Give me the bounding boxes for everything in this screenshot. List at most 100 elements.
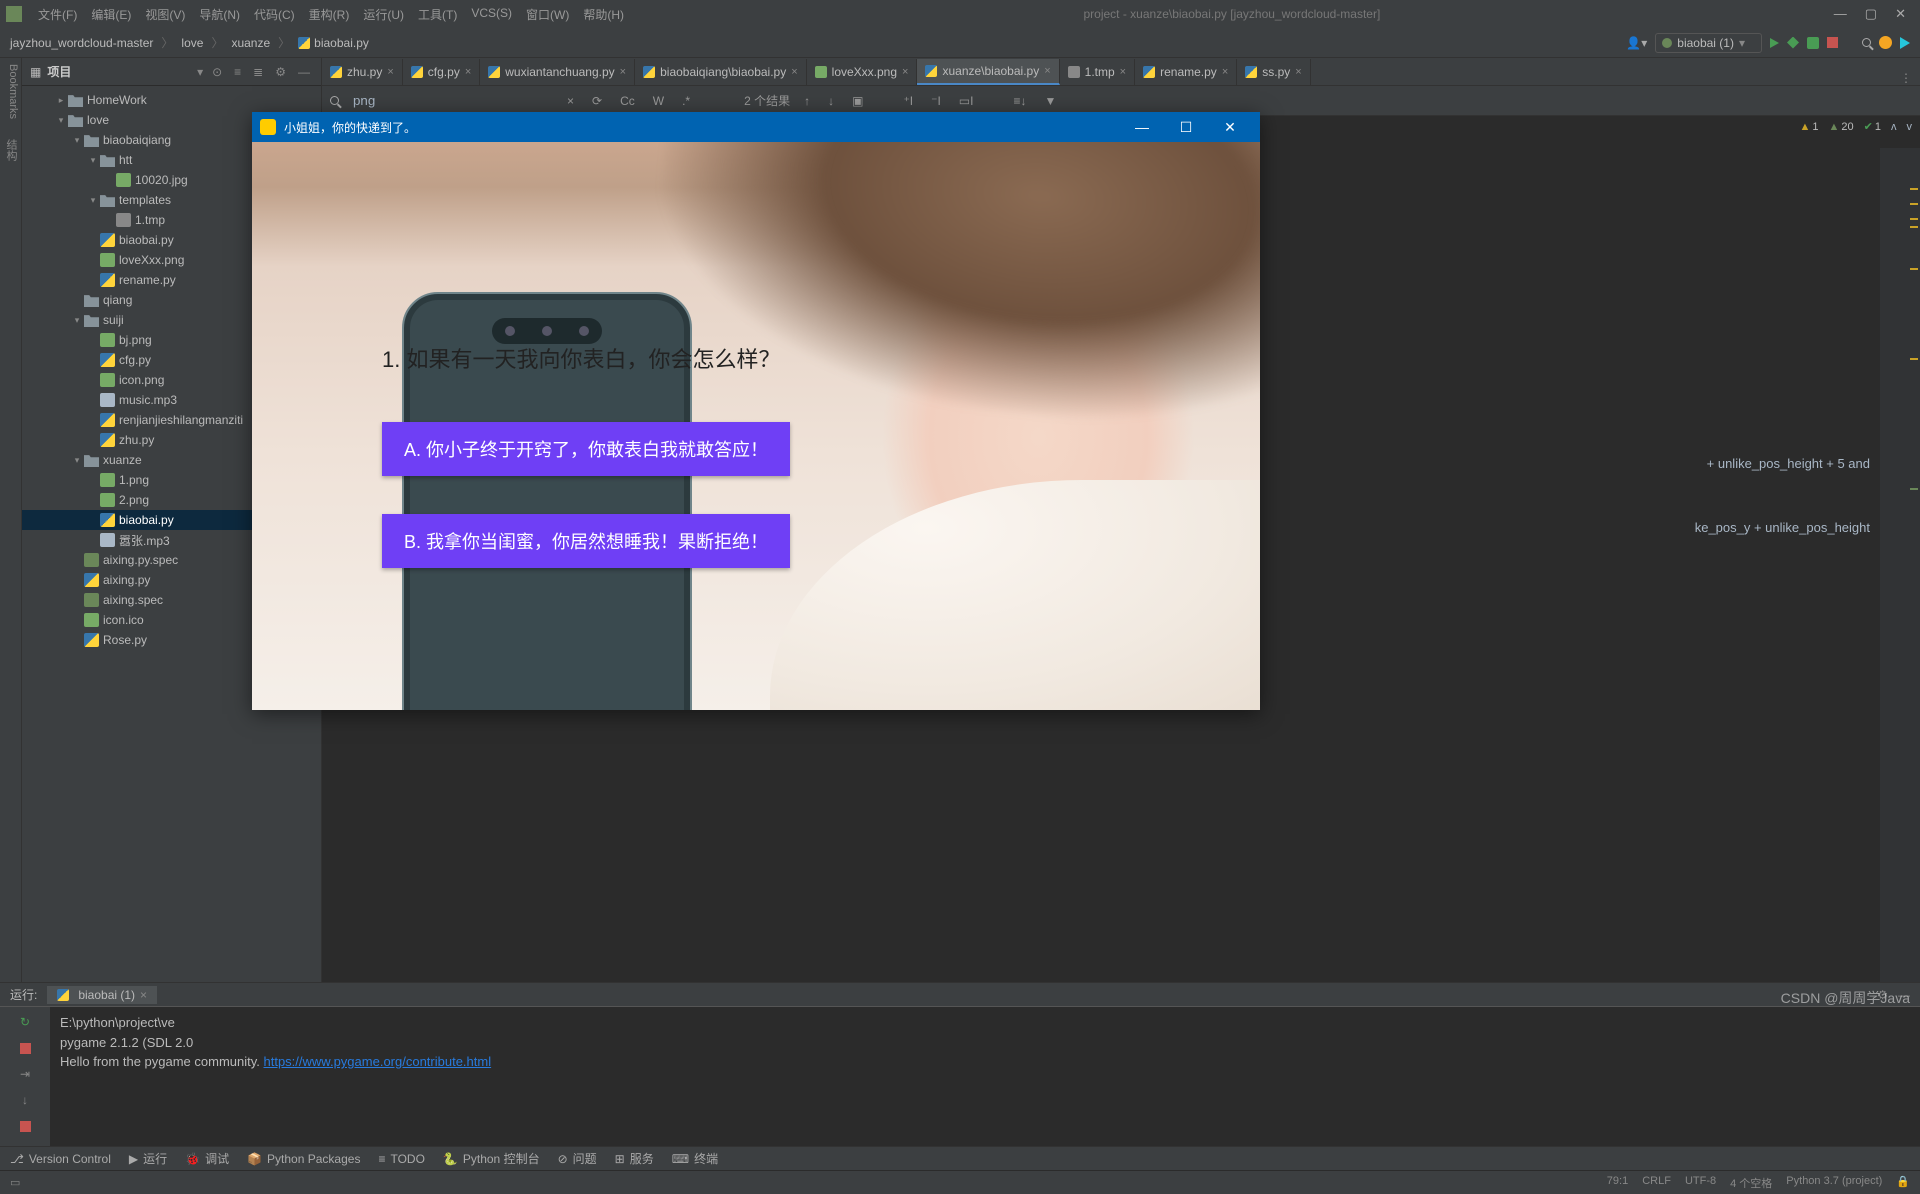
expand-all-icon[interactable]: ≡ xyxy=(231,65,244,79)
pygame-surface[interactable]: 1. 如果有一天我向你表白，你会怎么样？ A. 你小子终于开窍了，你敢表白我就敢… xyxy=(252,142,1260,710)
down-button[interactable]: ↓ xyxy=(16,1091,34,1109)
close-tab-icon[interactable]: × xyxy=(1222,66,1228,78)
readonly-lock-icon[interactable]: 🔒 xyxy=(1896,1175,1910,1191)
menu-帮助(H)[interactable]: 帮助(H) xyxy=(577,4,630,25)
tab-xuanze\biaobai.py[interactable]: xuanze\biaobai.py× xyxy=(917,59,1059,85)
stop-run-button[interactable] xyxy=(16,1039,34,1057)
next-match-icon[interactable]: ↓ xyxy=(824,94,838,108)
run-config-combo[interactable]: biaobai (1) ▾ xyxy=(1655,33,1762,53)
crumb-1[interactable]: love xyxy=(181,36,203,50)
maximize-button[interactable]: ▢ xyxy=(1865,6,1877,22)
close-tab-icon[interactable]: × xyxy=(140,988,147,1002)
file-encoding[interactable]: UTF-8 xyxy=(1685,1175,1716,1191)
bookmarks-tool[interactable]: Bookmarks xyxy=(2,64,19,119)
crumb-3[interactable]: biaobai.py xyxy=(298,36,369,50)
step-button[interactable]: ⇥ xyxy=(16,1065,34,1083)
select-opened-file-icon[interactable]: ⊙ xyxy=(209,65,225,79)
menu-文件(F)[interactable]: 文件(F) xyxy=(32,4,83,25)
run-tab[interactable]: biaobai (1) × xyxy=(47,986,157,1004)
select-all-occ-icon[interactable]: ▭I xyxy=(955,94,978,108)
tab-1.tmp[interactable]: 1.tmp× xyxy=(1060,59,1135,85)
python-interpreter[interactable]: Python 3.7 (project) xyxy=(1786,1175,1882,1191)
close-tab-icon[interactable]: × xyxy=(902,66,908,78)
menu-工具(T)[interactable]: 工具(T) xyxy=(412,4,463,25)
remove-selection-icon[interactable]: ⁻I xyxy=(927,94,945,108)
tool-Version Control[interactable]: ⎇Version Control xyxy=(10,1152,111,1166)
stop-all-button[interactable] xyxy=(16,1117,34,1135)
tool-问题[interactable]: ⊘问题 xyxy=(558,1150,597,1167)
menu-VCS(S)[interactable]: VCS(S) xyxy=(465,4,518,25)
menu-运行(U)[interactable]: 运行(U) xyxy=(357,4,410,25)
debug-button[interactable] xyxy=(1787,37,1799,49)
console-output[interactable]: E:\python\project\ve pygame 2.1.2 (SDL 2… xyxy=(50,1007,1920,1146)
tool-运行[interactable]: ▶运行 xyxy=(129,1150,167,1167)
tab-zhu.py[interactable]: zhu.py× xyxy=(322,59,403,85)
ide-update-icon[interactable] xyxy=(1879,36,1892,49)
tool-终端[interactable]: ⌨终端 xyxy=(672,1150,718,1167)
pygame-close-button[interactable]: ✕ xyxy=(1208,119,1252,136)
stop-button[interactable] xyxy=(1827,37,1838,48)
menu-窗口(W)[interactable]: 窗口(W) xyxy=(520,4,575,25)
pygame-minimize-button[interactable]: — xyxy=(1120,119,1164,135)
words-icon[interactable]: W xyxy=(649,94,668,108)
select-all-icon[interactable]: ▣ xyxy=(848,94,867,108)
tool-调试[interactable]: 🐞调试 xyxy=(185,1150,229,1167)
crumb-2[interactable]: xuanze xyxy=(231,36,270,50)
close-tab-icon[interactable]: × xyxy=(620,66,626,78)
clear-search-icon[interactable]: × xyxy=(563,94,578,108)
close-tab-icon[interactable]: × xyxy=(1044,65,1050,77)
rerun-button[interactable]: ↻ xyxy=(16,1013,34,1031)
caret-position[interactable]: 79:1 xyxy=(1607,1175,1628,1191)
menu-导航(N)[interactable]: 导航(N) xyxy=(193,4,246,25)
chevron-down-icon[interactable]: v xyxy=(1907,121,1913,133)
search-everywhere-button[interactable] xyxy=(1862,38,1871,47)
crumb-0[interactable]: jayzhou_wordcloud-master xyxy=(10,36,153,50)
close-tab-icon[interactable]: × xyxy=(1295,66,1301,78)
tab-rename.py[interactable]: rename.py× xyxy=(1135,59,1237,85)
code-with-me-icon[interactable] xyxy=(1900,37,1910,49)
close-tab-icon[interactable]: × xyxy=(387,66,393,78)
minimize-button[interactable]: — xyxy=(1834,6,1847,22)
run-settings-icon[interactable]: ⚙ xyxy=(1877,988,1888,1002)
close-tab-icon[interactable]: × xyxy=(791,66,797,78)
tool-TODO[interactable]: ≡TODO xyxy=(378,1152,424,1166)
filter-icon[interactable]: ▼ xyxy=(1040,94,1060,108)
indent-setting[interactable]: 4 个空格 xyxy=(1730,1175,1772,1191)
error-stripe[interactable] xyxy=(1880,148,1920,982)
match-case-icon[interactable]: Cc xyxy=(616,94,639,108)
tool-服务[interactable]: ⊞服务 xyxy=(615,1150,654,1167)
coverage-button[interactable] xyxy=(1807,37,1819,49)
prev-match-icon[interactable]: ↑ xyxy=(800,94,814,108)
console-link[interactable]: https://www.pygame.org/contribute.html xyxy=(264,1054,492,1069)
chevron-up-icon[interactable]: ʌ xyxy=(1891,121,1897,133)
close-tab-icon[interactable]: × xyxy=(1120,66,1126,78)
tab-biaobaiqiang\biaobai.py[interactable]: biaobaiqiang\biaobai.py× xyxy=(635,59,807,85)
filter-search-icon[interactable]: ≡↓ xyxy=(1009,94,1030,108)
menu-视图(V)[interactable]: 视图(V) xyxy=(139,4,191,25)
tree-item-HomeWork[interactable]: ▸HomeWork xyxy=(22,90,321,110)
structure-tool[interactable]: 结构 xyxy=(2,139,19,161)
run-button[interactable] xyxy=(1770,38,1779,48)
find-input[interactable] xyxy=(353,93,553,108)
user-icon[interactable]: 👤▾ xyxy=(1626,36,1647,50)
option-a-button[interactable]: A. 你小子终于开窍了，你敢表白我就敢答应！ xyxy=(382,422,790,476)
regex-icon[interactable]: .* xyxy=(678,94,694,108)
close-tab-icon[interactable]: × xyxy=(465,66,471,78)
collapse-all-icon[interactable]: ≣ xyxy=(250,65,266,79)
close-button[interactable]: ✕ xyxy=(1895,6,1906,22)
tool-Python 控制台[interactable]: 🐍Python 控制台 xyxy=(443,1150,540,1167)
pygame-maximize-button[interactable]: ☐ xyxy=(1164,119,1208,136)
tab-cfg.py[interactable]: cfg.py× xyxy=(403,59,480,85)
tab-ss.py[interactable]: ss.py× xyxy=(1237,59,1310,85)
status-icon[interactable]: ▭ xyxy=(10,1176,20,1189)
menu-重构(R)[interactable]: 重构(R) xyxy=(303,4,356,25)
more-tabs-icon[interactable]: ⋮ xyxy=(1892,71,1920,85)
menu-编辑(E)[interactable]: 编辑(E) xyxy=(85,4,137,25)
settings-icon[interactable]: ⚙ xyxy=(272,65,289,79)
hide-icon[interactable]: — xyxy=(295,65,313,79)
regex-toggle-icon[interactable]: ⟳ xyxy=(588,94,606,108)
tab-wuxiantanchuang.py[interactable]: wuxiantanchuang.py× xyxy=(480,59,635,85)
tool-Python Packages[interactable]: 📦Python Packages xyxy=(247,1152,360,1166)
line-separator[interactable]: CRLF xyxy=(1642,1175,1671,1191)
tab-loveXxx.png[interactable]: loveXxx.png× xyxy=(807,59,918,85)
